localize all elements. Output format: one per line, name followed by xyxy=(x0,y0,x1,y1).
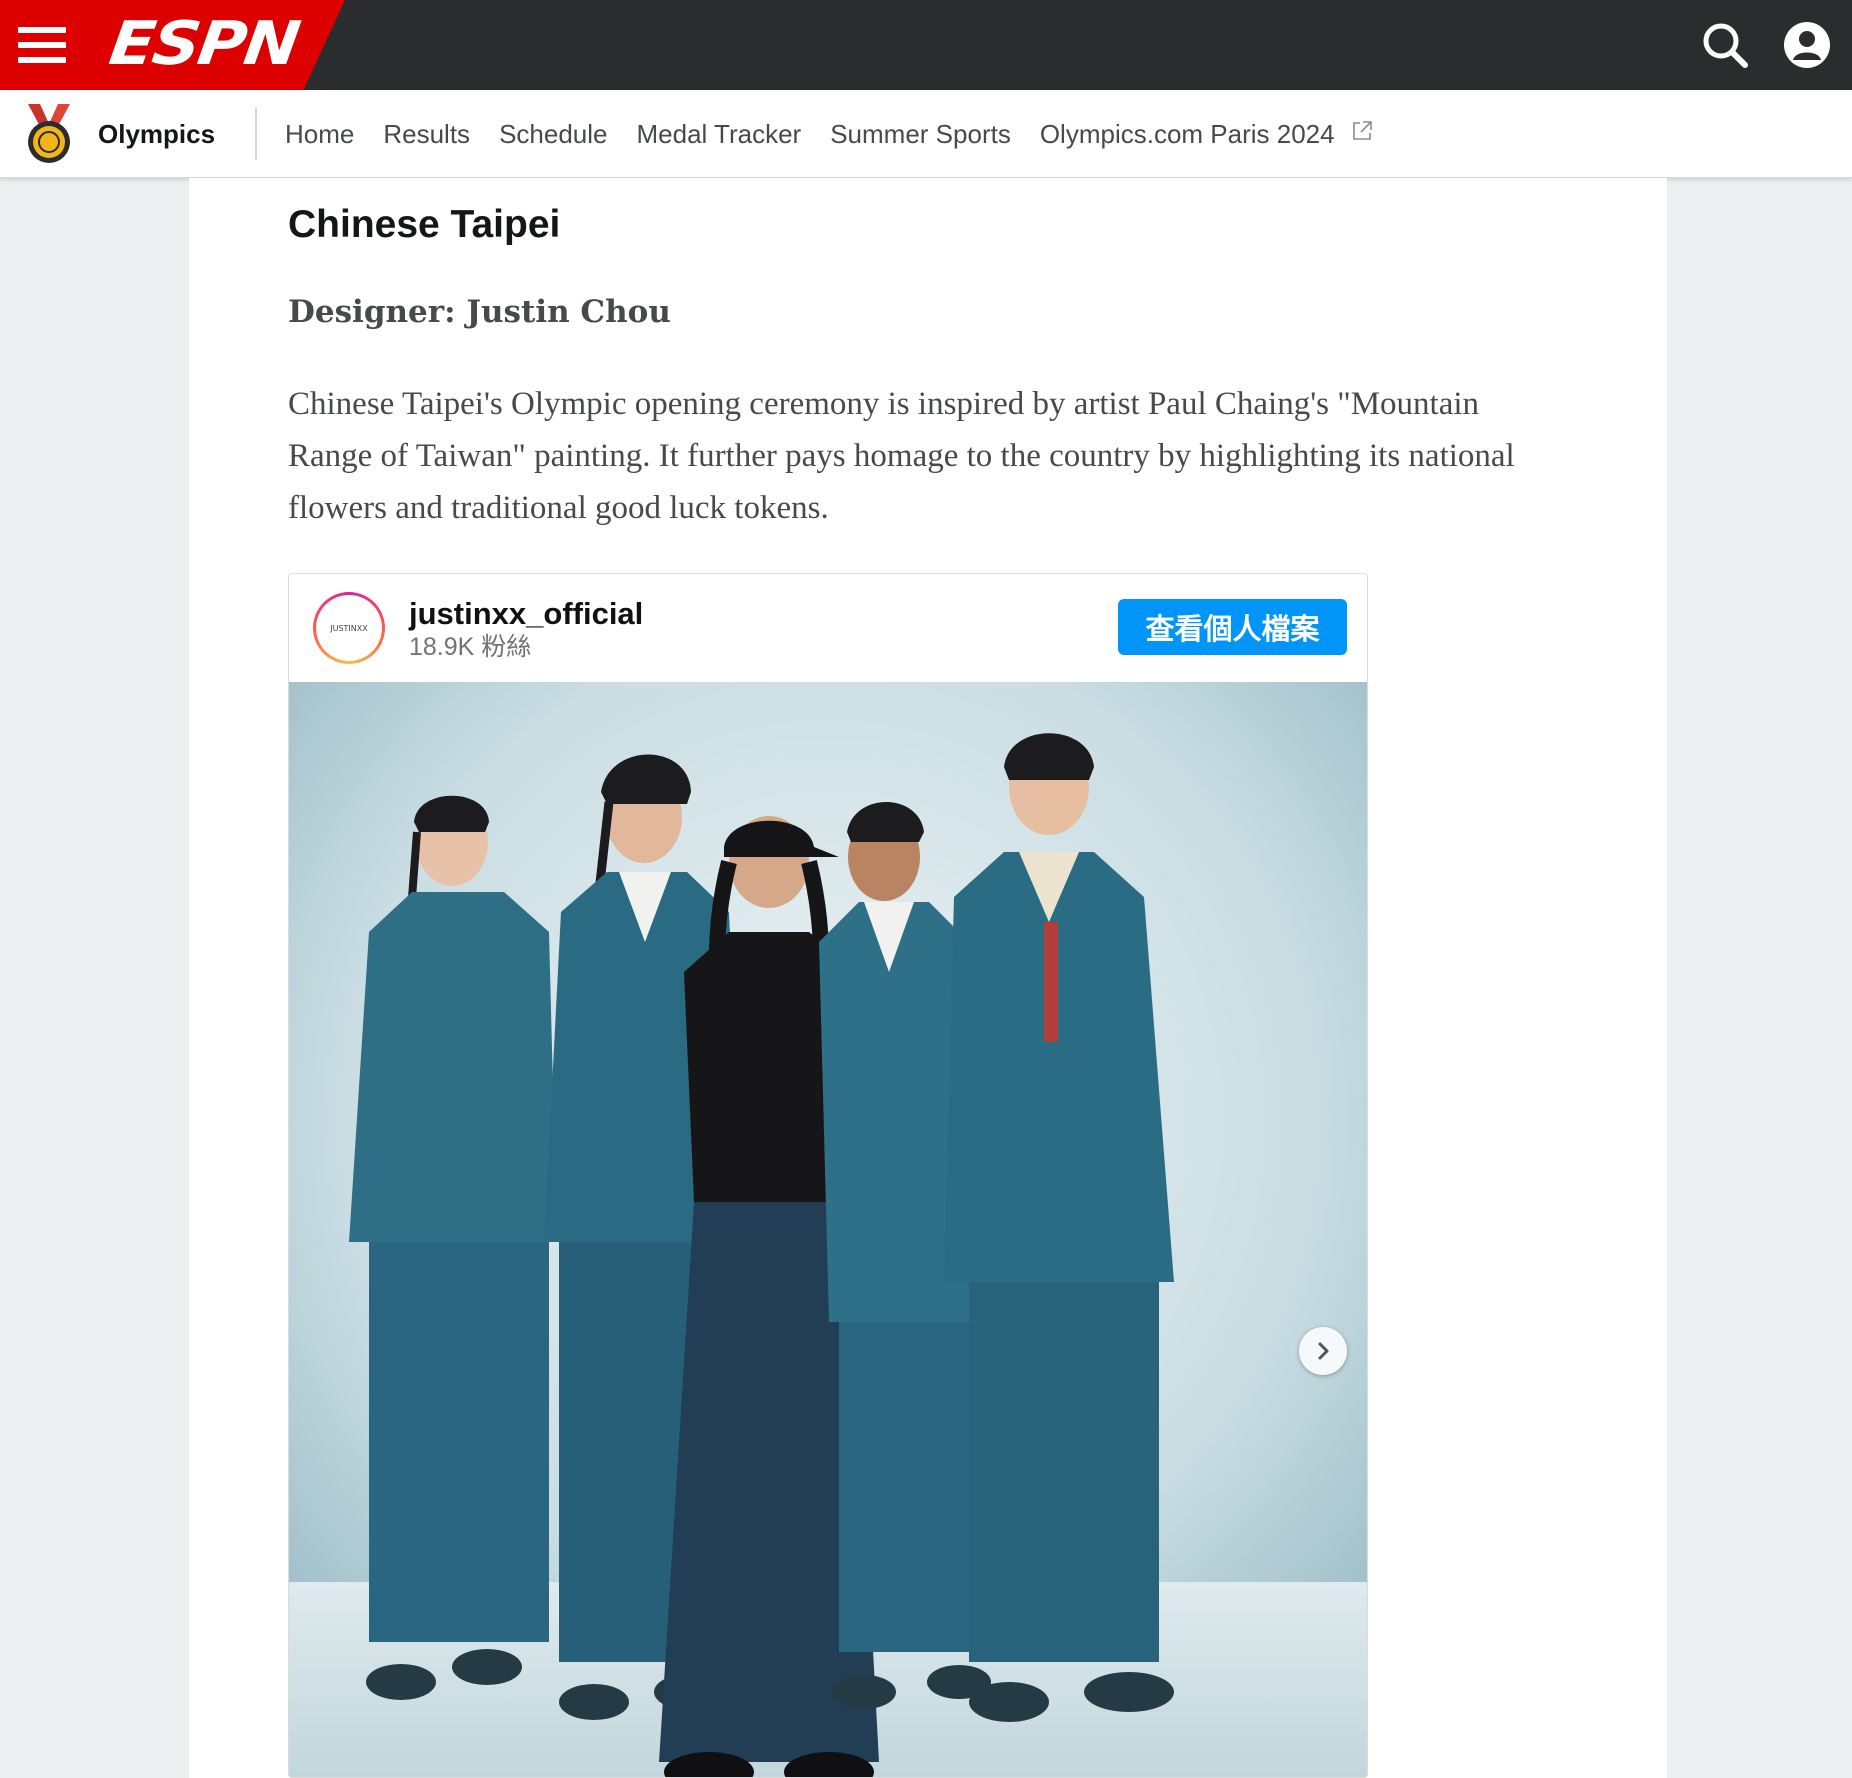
sub-nav: Olympics Home Results Schedule Medal Tra… xyxy=(0,90,1852,178)
nav-schedule[interactable]: Schedule xyxy=(499,116,607,152)
view-profile-button[interactable]: 查看個人檔案 xyxy=(1118,599,1347,655)
nav-summer-sports[interactable]: Summer Sports xyxy=(830,116,1011,152)
nav-results[interactable]: Results xyxy=(383,116,470,152)
ig-username[interactable]: justinxx_official xyxy=(409,596,643,632)
nav-olympics-com[interactable]: Olympics.com Paris 2024 xyxy=(1040,116,1335,152)
photo-illustration xyxy=(289,682,1367,1777)
carousel-next-button[interactable] xyxy=(1299,1327,1347,1375)
espn-logo[interactable]: ESPN xyxy=(105,9,302,79)
instagram-photo[interactable] xyxy=(289,682,1367,1777)
medal-icon xyxy=(28,104,70,163)
menu-icon[interactable] xyxy=(18,27,66,63)
nav-links: Home Results Schedule Medal Tracker Summ… xyxy=(285,116,1374,152)
designer-heading: Designer: Justin Chou xyxy=(288,294,671,330)
external-link-icon xyxy=(1352,121,1372,140)
nav-home[interactable]: Home xyxy=(285,116,354,152)
instagram-embed: JUSTINXX justinxx_official 18.9K 粉絲 查看個人… xyxy=(288,573,1368,1778)
article-paragraph: Chinese Taipei's Olympic opening ceremon… xyxy=(288,386,1515,526)
top-bar: ESPN xyxy=(0,0,1852,90)
article-body: Chinese Taipei Designer: Justin Chou Chi… xyxy=(189,178,1667,1778)
avatar-logo-text: JUSTINXX xyxy=(316,595,382,661)
search-icon[interactable] xyxy=(1700,20,1750,70)
profile-avatar[interactable]: JUSTINXX xyxy=(313,592,385,664)
country-heading: Chinese Taipei xyxy=(288,203,561,246)
section-title[interactable]: Olympics xyxy=(98,116,215,152)
nav-divider xyxy=(255,108,257,160)
nav-medal-tracker[interactable]: Medal Tracker xyxy=(636,116,801,152)
ig-follower-count: 18.9K 粉絲 xyxy=(409,633,532,661)
chevron-right-icon xyxy=(1318,1342,1329,1360)
account-icon[interactable] xyxy=(1782,20,1832,70)
